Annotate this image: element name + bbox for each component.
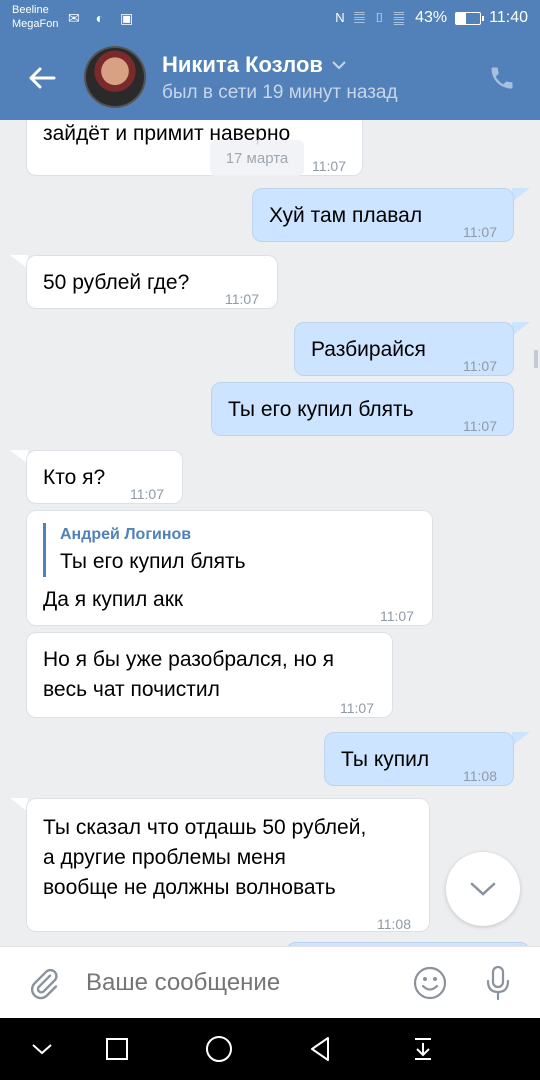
message-text: Хуй там плавал (269, 204, 423, 227)
battery-percent: 43% (415, 9, 448, 26)
carrier-1: Beeline (12, 4, 49, 16)
battery-icon (455, 11, 485, 25)
back-triangle-icon (311, 1037, 329, 1061)
date-separator: 17 марта (210, 140, 304, 176)
message-incoming[interactable]: Но я бы уже разобрался, но я весь чат по… (26, 632, 393, 718)
message-outgoing[interactable]: Разбирайся 11:07 (294, 322, 514, 376)
message-incoming[interactable]: 50 рублей где? 11:07 (26, 255, 278, 309)
voice-message-button[interactable] (476, 961, 520, 1005)
clock: 11:40 (489, 9, 528, 26)
home-circle-icon (206, 1036, 232, 1062)
message-time: 11:07 (380, 608, 414, 624)
last-seen-status: был в сети 19 минут назад (162, 82, 398, 103)
message-line: весь чат почистил (43, 678, 220, 701)
chevron-down-icon (32, 1044, 52, 1055)
message-outgoing[interactable]: Ты купил 11:08 (324, 732, 514, 786)
nav-hide-button[interactable] (22, 1029, 62, 1069)
message-incoming[interactable]: Кто я? 11:07 (26, 450, 183, 504)
message-time: 11:08 (377, 916, 411, 932)
signal-icons: N 𝄚 ▯ 𝄛 (335, 10, 408, 25)
message-time: 11:07 (312, 158, 346, 174)
message-input[interactable] (86, 965, 386, 1001)
chat-header: Никита Козлов был в сети 19 минут назад (0, 36, 540, 120)
message-time: 11:07 (463, 224, 497, 240)
message-time: 11:07 (463, 418, 497, 434)
bubble-tail (512, 188, 530, 202)
carrier-info: Beeline MegaFon (12, 3, 58, 31)
arrow-left-icon (29, 67, 56, 89)
avatar[interactable] (84, 46, 146, 108)
message-line: Ты сказал что отдашь 50 рублей, (43, 816, 367, 839)
quoted-message[interactable]: Андрей Логинов Ты его купил блять (43, 523, 246, 577)
status-bar: Beeline MegaFon ✉ ◐ ▣ N 𝄚 ▯ 𝄛 43% 11:40 (0, 0, 540, 36)
scroll-down-button[interactable] (446, 852, 520, 926)
message-text: Разбирайся (311, 338, 426, 361)
phone-icon (491, 67, 513, 89)
nav-back-button[interactable] (300, 1029, 340, 1069)
quote-text: Ты его купил блять (60, 550, 246, 573)
recents-square-icon (106, 1038, 128, 1060)
carrier-2: MegaFon (12, 18, 59, 30)
message-text: 50 рублей где? (43, 271, 190, 294)
message-text: Ты сказал что отдашь 50 рублей, а другие… (43, 813, 366, 903)
message-composer (0, 946, 540, 1018)
call-button[interactable] (482, 58, 522, 98)
message-line: а другие проблемы меня (43, 846, 286, 869)
attach-button[interactable] (22, 961, 66, 1005)
chevron-down-icon (470, 882, 496, 896)
message-text: Кто я? (43, 466, 106, 489)
message-incoming[interactable]: Ты сказал что отдашь 50 рублей, а другие… (26, 798, 430, 932)
quote-author: Андрей Логинов (60, 526, 192, 543)
microphone-icon (486, 965, 510, 1001)
nav-recents-button[interactable] (97, 1029, 137, 1069)
message-outgoing[interactable]: Ты его купил блять 11:07 (211, 382, 514, 436)
paperclip-icon (30, 968, 58, 1000)
scrollbar[interactable] (534, 350, 538, 368)
message-time: 11:07 (340, 700, 374, 716)
message-time: 11:07 (130, 486, 164, 502)
message-text: Ты купил (341, 748, 430, 771)
message-line: вообще не должны волновать (43, 876, 336, 899)
battery-level-fill (456, 12, 467, 24)
nav-notifications-button[interactable] (403, 1029, 443, 1069)
smiley-icon (413, 966, 447, 1000)
chat-messages[interactable]: зайдёт и примит наверно 11:07 17 марта Х… (0, 120, 540, 946)
message-text: Да я купил акк (43, 588, 184, 611)
notification-pull-icon (415, 1038, 431, 1060)
message-line: Но я бы уже разобрался, но я (43, 648, 334, 671)
message-incoming-reply[interactable]: Андрей Логинов Ты его купил блять Да я к… (26, 510, 433, 626)
message-outgoing[interactable]: Хуй там плавал 11:07 (252, 188, 514, 242)
nav-home-button[interactable] (199, 1029, 239, 1069)
notification-icons: ✉ ◐ ▣ (68, 10, 140, 26)
bubble-tail (512, 732, 530, 746)
emoji-button[interactable] (408, 961, 452, 1005)
chevron-down-icon (332, 61, 346, 70)
message-time: 11:07 (225, 291, 259, 307)
message-text: Ты его купил блять (228, 398, 414, 421)
bubble-tail (512, 322, 530, 336)
contact-name: Никита Козлов (162, 52, 323, 77)
message-time: 11:08 (463, 768, 497, 784)
message-time: 11:07 (463, 358, 497, 374)
contact-name-row[interactable]: Никита Козлов (162, 52, 347, 78)
message-incoming[interactable]: зайдёт и примит наверно 11:07 (26, 120, 363, 176)
message-text: Но я бы уже разобрался, но я весь чат по… (43, 645, 334, 705)
status-right: N 𝄚 ▯ 𝄛 43% 11:40 (335, 9, 528, 27)
back-button[interactable] (22, 58, 62, 98)
system-nav-bar (0, 1018, 540, 1080)
